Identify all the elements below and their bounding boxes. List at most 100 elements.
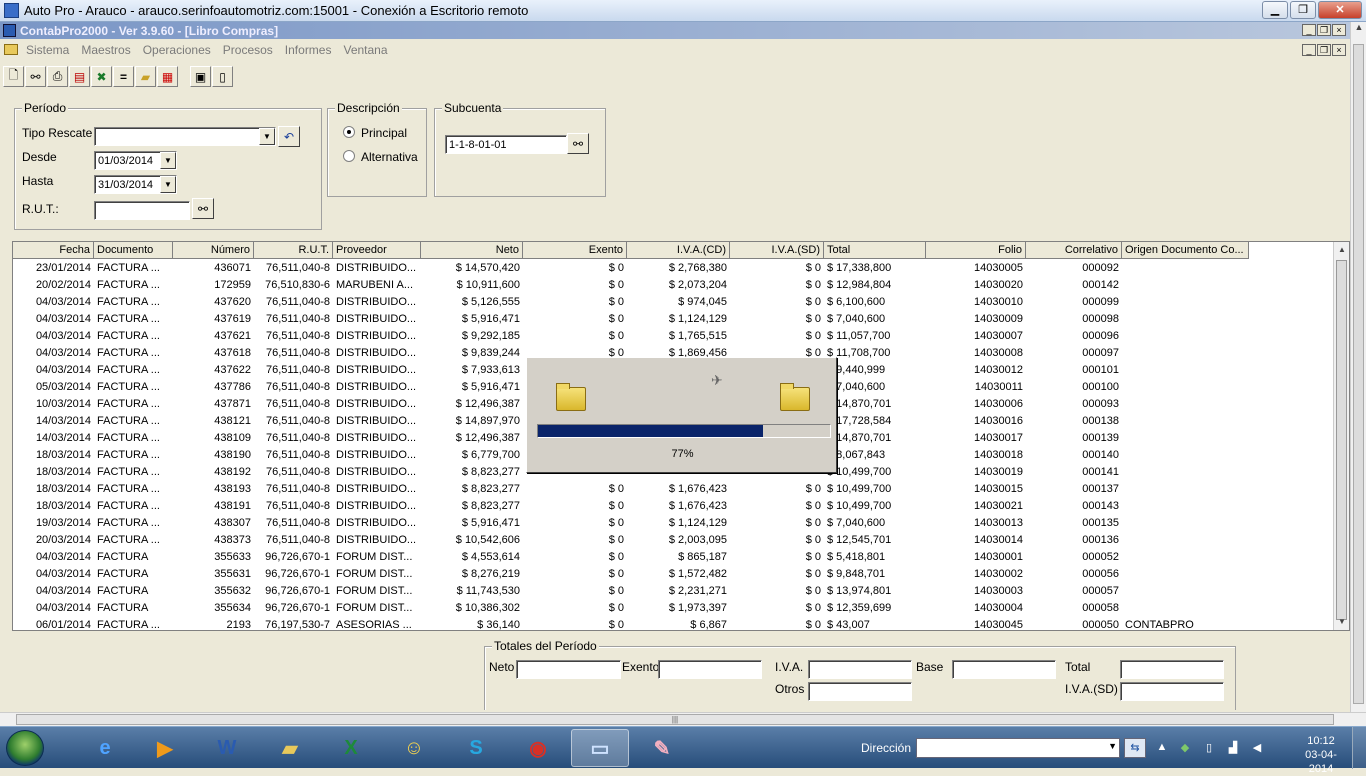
internet-explorer-icon[interactable]: e [76,729,134,767]
start-button-icon[interactable] [6,730,44,766]
scroll-down-arrow-icon[interactable]: ▼ [1334,614,1349,630]
file-explorer-icon[interactable]: ▰ [261,729,319,767]
signal-icon[interactable]: ▟ [1226,741,1240,755]
col-folio[interactable]: Folio [926,242,1026,259]
undo-icon[interactable]: ↶ [278,126,300,147]
chevron-down-icon[interactable]: ▼ [160,176,176,193]
table-row[interactable]: 04/03/2014 FACTURA ... 437620 76,511,040-8 D… [13,294,1249,311]
table-row[interactable]: 20/03/2014 FACTURA ... 438373 76,511,040-8 D… [13,532,1249,549]
taskbar-clock[interactable]: 10:12 03-04-2014 [1296,734,1346,776]
menu-ventana[interactable]: Ventana [343,43,387,57]
total-field[interactable] [1120,660,1224,679]
app-minimize-button[interactable]: _ [1302,24,1316,36]
printer-red-icon[interactable]: ▤ [69,66,90,87]
otros-total-field[interactable] [808,682,912,701]
col-exento[interactable]: Exento [523,242,627,259]
radio-principal[interactable] [343,126,355,138]
chevron-down-icon[interactable]: ▼ [259,128,275,145]
rut-input[interactable] [94,201,190,220]
col-correlativo[interactable]: Correlativo [1026,242,1122,259]
remote-desktop-icon[interactable]: ▭ [571,729,629,767]
col-rut[interactable]: R.U.T. [254,242,333,259]
subcuenta-input[interactable]: 1-1-8-01-01 [445,135,567,154]
menu-sistema[interactable]: Sistema [26,43,69,57]
menu-operaciones[interactable]: Operaciones [143,43,211,57]
skype-icon[interactable]: S [447,729,505,767]
col-iva-sd[interactable]: I.V.A.(SD) [730,242,824,259]
table-row[interactable]: 18/03/2014 FACTURA ... 438193 76,511,040-8 D… [13,481,1249,498]
messenger-icon[interactable]: ☺ [385,729,443,767]
network-app-icon[interactable]: ◆ [1178,741,1192,755]
horizontal-scrollbar[interactable]: ||| [0,712,1366,726]
base-total-field[interactable] [952,660,1056,679]
equals-icon[interactable]: = [113,66,134,87]
table-row[interactable]: 18/03/2014 FACTURA ... 438191 76,511,040-8 D… [13,498,1249,515]
iva-sd-total-field[interactable] [1120,682,1224,701]
table-row[interactable]: 04/03/2014 FACTURA 355631 96,726,670-1 FORUM… [13,566,1249,583]
table-row[interactable]: 06/01/2014 FACTURA ... 2193 76,197,530-7 ASE… [13,617,1249,630]
table-row[interactable]: 23/01/2014 FACTURA ... 436071 76,511,040-8 D… [13,260,1249,277]
chevron-down-icon[interactable]: ▼ [160,152,176,169]
table-row[interactable]: 04/03/2014 FACTURA 355633 96,726,670-1 FORUM… [13,549,1249,566]
new-document-icon[interactable]: 🗋 [3,66,24,87]
paint-icon[interactable]: ✎ [633,729,691,767]
col-documento[interactable]: Documento [94,242,173,259]
direccion-input[interactable]: ▼ [916,738,1120,758]
chrome-icon[interactable]: ◉ [509,729,567,767]
exento-total-field[interactable] [658,660,762,679]
exit-icon[interactable]: ▯ [212,66,233,87]
scroll-up-arrow-icon[interactable]: ▲ [1351,22,1366,38]
app-close-button[interactable]: × [1332,24,1346,36]
col-proveedor[interactable]: Proveedor [333,242,421,259]
child-minimize-button[interactable]: _ [1302,44,1316,56]
battery-icon[interactable]: ▯ [1202,741,1216,755]
rdp-minimize-button[interactable]: ▁ [1262,1,1288,19]
table-row[interactable]: 04/03/2014 FACTURA 355634 96,726,670-1 FORUM… [13,600,1249,617]
child-close-button[interactable]: × [1332,44,1346,56]
show-hidden-icons-icon[interactable]: ▲ [1155,741,1169,755]
open-folder-icon[interactable]: ▰ [135,66,156,87]
volume-icon[interactable]: ◀ [1250,741,1264,755]
iva-total-field[interactable] [808,660,912,679]
table-row[interactable]: 20/02/2014 FACTURA ... 172959 76,510,830-6 M… [13,277,1249,294]
media-player-icon[interactable]: ▶ [136,729,194,767]
radio-alternativa[interactable] [343,150,355,162]
properties-icon[interactable]: ▣ [190,66,211,87]
table-row[interactable]: 19/03/2014 FACTURA ... 438307 76,511,040-8 D… [13,515,1249,532]
menu-informes[interactable]: Informes [285,43,332,57]
go-arrow-icon[interactable]: ⇆ [1124,738,1146,758]
chevron-down-icon[interactable]: ▼ [1108,741,1117,751]
menu-procesos[interactable]: Procesos [223,43,273,57]
grid-scroll-thumb[interactable] [1336,260,1347,620]
col-total[interactable]: Total [824,242,926,259]
col-fecha[interactable]: Fecha [13,242,94,259]
col-neto[interactable]: Neto [421,242,523,259]
col-origen-documento[interactable]: Origen Documento Co... [1122,242,1249,259]
excel-icon[interactable]: X [322,729,380,767]
binoculars-icon[interactable]: ⚯ [192,198,214,219]
table-row[interactable]: 04/03/2014 FACTURA ... 437619 76,511,040-8 D… [13,311,1249,328]
grid-vertical-scrollbar[interactable]: ▲ ▼ [1333,242,1349,630]
scroll-thumb[interactable] [1353,44,1364,704]
table-row[interactable]: 04/03/2014 FACTURA ... 437621 76,511,040-8 D… [13,328,1249,345]
tipo-rescate-select[interactable] [94,127,276,146]
grid-icon[interactable]: ▦ [157,66,178,87]
binoculars-icon[interactable]: ⚯ [567,133,589,154]
rdp-close-button[interactable]: ✕ [1318,1,1362,19]
rdp-restore-button[interactable]: ❐ [1290,1,1316,19]
show-desktop-button[interactable] [1352,727,1366,769]
scroll-up-arrow-icon[interactable]: ▲ [1334,242,1349,258]
app-restore-button[interactable]: ❐ [1317,24,1331,36]
col-iva-cd[interactable]: I.V.A.(CD) [627,242,730,259]
menu-maestros[interactable]: Maestros [81,43,130,57]
horizontal-scroll-thumb[interactable]: ||| [16,714,1334,725]
child-restore-button[interactable]: ❐ [1317,44,1331,56]
desktop-vertical-scrollbar[interactable]: ▲ [1350,22,1366,712]
neto-total-field[interactable] [516,660,621,679]
col-numero[interactable]: Número [173,242,254,259]
print-icon[interactable]: ⎙ [47,66,68,87]
document-folder-icon[interactable] [4,44,18,55]
excel-export-icon[interactable]: ✖ [91,66,112,87]
word-icon[interactable]: W [198,729,256,767]
binoculars-icon[interactable]: ⚯ [25,66,46,87]
